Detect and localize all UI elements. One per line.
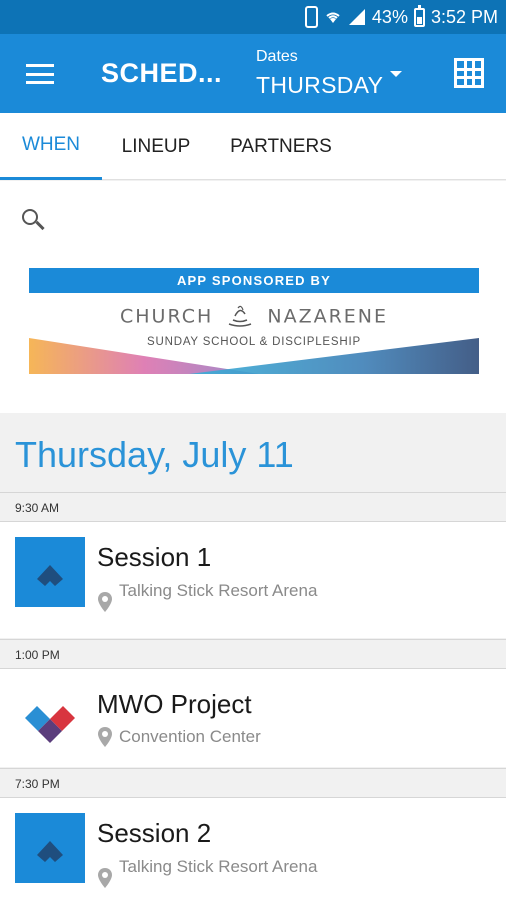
location-pin-icon (98, 592, 112, 612)
dates-label: Dates (256, 48, 298, 65)
chevron-up-icon (37, 841, 63, 862)
location-pin-icon (98, 868, 112, 888)
event-item[interactable]: Session 2 Talking Stick Resort Arena (0, 798, 506, 900)
tab-when[interactable]: WHEN (0, 113, 102, 180)
time-header: 1:00 PM (0, 639, 506, 669)
time-label: 7:30 PM (15, 777, 60, 791)
status-bar: 43% 3:52 PM (0, 0, 506, 34)
chevron-up-icon (37, 565, 63, 586)
time-header: 9:30 AM (0, 492, 506, 522)
event-location: Convention Center (119, 727, 261, 746)
sponsor-word-right: NAZARENE (267, 305, 389, 328)
app-title: SCHED... (101, 58, 223, 88)
sponsor-stripe (29, 338, 479, 374)
time-label: 9:30 AM (15, 501, 60, 515)
sponsor-logo: CHURCH NAZARENE (29, 304, 479, 330)
event-title: MWO Project (97, 689, 252, 719)
search-icon[interactable] (22, 209, 45, 231)
time-label: 1:00 PM (15, 648, 60, 662)
event-thumbnail (15, 537, 85, 607)
search-area: APP SPONSORED BY CHURCH NAZARENE SUNDAY … (0, 181, 506, 413)
event-item[interactable]: MWO Project Convention Center (0, 669, 506, 767)
dropdown-icon[interactable] (390, 71, 402, 77)
sponsor-word-left: CHURCH (119, 305, 214, 328)
sponsor-banner[interactable]: APP SPONSORED BY CHURCH NAZARENE SUNDAY … (29, 268, 479, 378)
heart-logo-icon (25, 706, 75, 743)
sponsor-title: APP SPONSORED BY (29, 268, 479, 293)
event-location: Talking Stick Resort Arena (119, 857, 318, 876)
church-emblem-icon (229, 305, 252, 327)
tab-bar: WHEN LINEUP PARTNERS (0, 113, 506, 180)
wifi-icon (326, 12, 340, 23)
menu-icon[interactable] (26, 64, 54, 84)
grid-icon[interactable] (454, 58, 484, 88)
event-title: Session 2 (97, 818, 212, 848)
tab-partners[interactable]: PARTNERS (216, 113, 346, 180)
event-location: Talking Stick Resort Arena (119, 581, 318, 600)
clock: 3:52 PM (430, 6, 498, 27)
signal-icon (348, 9, 365, 25)
tab-lineup[interactable]: LINEUP (106, 113, 206, 180)
app-bar: SCHED... Dates THURSDAY (0, 34, 506, 113)
event-item[interactable]: Session 1 Talking Stick Resort Arena (0, 522, 506, 638)
event-title: Session 1 (97, 542, 212, 572)
battery-percent: 43% (371, 6, 408, 27)
event-thumbnail (15, 813, 85, 883)
day-header: Thursday, July 11 (15, 434, 294, 475)
time-header: 7:30 PM (0, 768, 506, 798)
event-thumbnail (15, 683, 85, 753)
location-pin-icon (98, 727, 112, 747)
dates-dropdown[interactable]: THURSDAY (256, 72, 383, 99)
battery-icon (413, 4, 425, 27)
phone-icon (304, 6, 318, 28)
